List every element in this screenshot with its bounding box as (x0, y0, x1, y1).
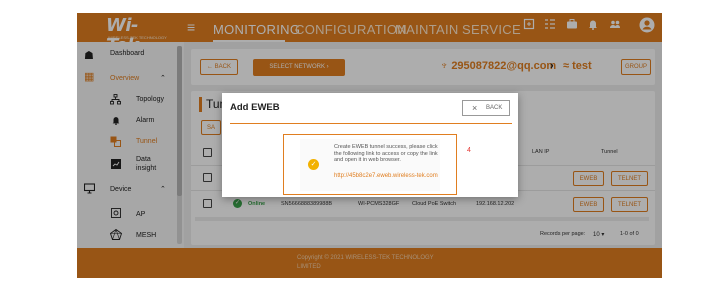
result-box: ✓ Create EWEB tunnel success, please cli… (283, 134, 457, 195)
info-icon: ✓ (308, 159, 319, 170)
add-eweb-dialog: Add EWEB × BACK ✓ Create EWEB tunnel suc… (222, 93, 518, 197)
dialog-back-label: BACK (486, 105, 503, 111)
eweb-link[interactable]: http://45b8c2e7.eweb.wireless-tek.com (334, 173, 438, 180)
dialog-back-button[interactable]: × BACK (462, 100, 510, 116)
dialog-divider (230, 123, 512, 124)
success-message: Create EWEB tunnel success, please click… (334, 144, 438, 163)
dialog-title: Add EWEB (230, 102, 280, 113)
result-message-panel: ✓ Create EWEB tunnel success, please cli… (300, 139, 440, 191)
close-icon: × (472, 103, 478, 113)
annotation-marker: 4 (467, 147, 471, 154)
